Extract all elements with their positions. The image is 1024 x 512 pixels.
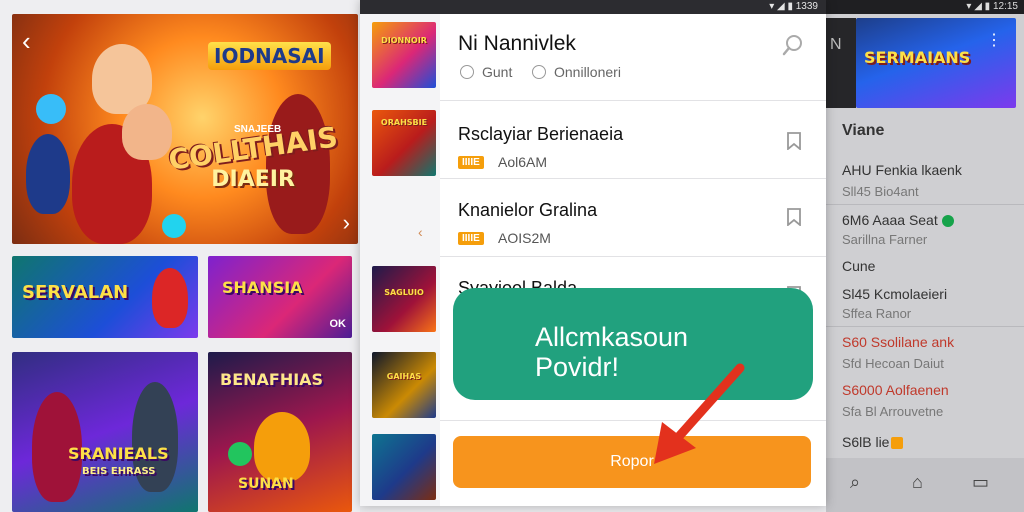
home-icon[interactable]: ⌂ xyxy=(912,472,923,493)
filter-option-1-label: Gunt xyxy=(482,64,513,80)
list-item[interactable]: Sffea Ranor xyxy=(842,306,911,321)
divider xyxy=(826,204,1024,205)
hero-character xyxy=(26,134,70,214)
divider xyxy=(440,420,826,421)
divider xyxy=(440,256,826,257)
status-dot-icon xyxy=(941,215,954,228)
list-item-meta: AOIS2M xyxy=(498,230,551,246)
more-options-icon[interactable]: ⋮ xyxy=(986,30,1002,50)
tile-character xyxy=(152,268,188,328)
game-tile[interactable]: BENAFHIAS SUNAN xyxy=(208,352,352,512)
right-pane: ▾ ◢ ▮ 12:15 N SERMAIANS ⋮ Viane AHU Fenk… xyxy=(826,0,1024,512)
tile-badge: OK xyxy=(329,318,347,330)
tile-label: SERVALAN xyxy=(22,282,129,303)
list-item-meta: Aol6AM xyxy=(498,154,548,170)
thumbnail-label: GAIHAS xyxy=(386,372,422,381)
list-item[interactable]: Sfd Hecoan Daiut xyxy=(842,356,944,371)
section-label: Cune xyxy=(842,258,876,274)
right-status-bar: ▾ ◢ ▮ 12:15 xyxy=(826,0,1024,14)
promo-popup[interactable]: Allcmkasoun Povidr! xyxy=(453,288,813,400)
tile-label: SRANIEALS xyxy=(68,444,169,463)
thumbnail-label: ORAHSBIE xyxy=(380,118,428,127)
bookmark-icon[interactable] xyxy=(786,208,802,226)
tile-sublabel: SUNAN xyxy=(238,476,294,492)
left-gallery: ‹ IODNASAI SNAJEEB COLLTHAIS DIAEIR › SE… xyxy=(0,0,360,512)
right-pane-strip: N xyxy=(826,18,856,108)
list-item[interactable]: Sll45 Bio4ant xyxy=(842,184,919,199)
search-icon[interactable]: ⌕ xyxy=(850,472,860,493)
list-item-title: Knanielor Gralina xyxy=(458,200,598,220)
thumbnail-column: DIONNOIR ORAHSBIE ‹ SAGLUIO GAIHAS xyxy=(360,14,440,506)
report-button[interactable]: Ropor xyxy=(453,436,811,488)
tile-sublabel: BEIS EHRASS xyxy=(82,466,156,477)
divider xyxy=(440,100,826,101)
list-item[interactable]: Knanielor Gralina IIIIE AOIS2M xyxy=(440,182,826,258)
list-item[interactable]: S60 Ssolilane ank xyxy=(842,334,954,350)
bookmark-icon[interactable] xyxy=(786,132,802,150)
tile-label: BENAFHIAS xyxy=(220,370,324,389)
game-tile[interactable]: SERVALAN xyxy=(12,256,198,338)
list-item[interactable]: Sl45 Kcmolaeieri xyxy=(842,286,947,302)
game-thumbnail[interactable]: GAIHAS xyxy=(372,352,436,418)
list-item[interactable]: 6M6 Aaaa Seat xyxy=(842,212,954,228)
game-tile[interactable]: SRANIEALS BEIS EHRASS xyxy=(12,352,198,512)
game-thumbnail[interactable] xyxy=(372,434,436,500)
nav-n-icon: N xyxy=(830,36,842,53)
game-thumbnail[interactable]: ORAHSBIE xyxy=(372,110,436,176)
list-item-label: 6M6 Aaaa Seat xyxy=(842,212,938,228)
game-thumbnail[interactable]: SAGLUIO xyxy=(372,266,436,332)
bottom-nav: ⌕ ⌂ ▭ xyxy=(826,458,1024,512)
back-arrow-icon[interactable]: ‹ xyxy=(22,28,31,54)
tile-label: SHANSIA xyxy=(222,278,303,297)
radio-icon xyxy=(532,65,546,79)
game-thumbnail[interactable]: DIONNOIR xyxy=(372,22,436,88)
list-item[interactable]: AHU Fenkia lkaenk xyxy=(842,162,962,178)
tile-orb xyxy=(228,442,252,466)
list-header: Ni Nannivlek Gunt Onnilloneri xyxy=(440,14,826,100)
thumbnail-label: SAGLUIO xyxy=(384,288,424,297)
filter-option-2-label: Onnilloneri xyxy=(554,64,621,80)
list-item[interactable]: S6000 Aolfaenen xyxy=(842,382,949,398)
right-status-time: 12:15 xyxy=(992,1,1018,12)
radio-icon xyxy=(460,65,474,79)
swipe-arrow-icon: ‹ xyxy=(418,224,423,240)
hero-orb xyxy=(36,94,66,124)
results-list: Ni Nannivlek Gunt Onnilloneri Rsclayiar … xyxy=(440,14,826,506)
next-arrow-icon[interactable]: › xyxy=(343,210,350,236)
divider xyxy=(440,178,826,179)
list-item-label: S6lB lie xyxy=(842,434,890,450)
list-item-tag: IIIIE xyxy=(458,156,484,169)
right-banner-title: SERMAIANS xyxy=(864,48,971,67)
status-time: 1339 xyxy=(795,1,818,12)
phone-screen: ▾ ◢ ▮ 1339 DIONNOIR ORAHSBIE ‹ SAGLUIO G… xyxy=(360,0,826,506)
list-item[interactable]: Sarillna Farner xyxy=(842,232,927,247)
promo-popup-line2: Povidr! xyxy=(535,352,620,382)
search-icon[interactable] xyxy=(782,34,804,56)
filter-option-2[interactable]: Onnilloneri xyxy=(532,64,621,80)
list-item-tag: IIIIE xyxy=(458,232,484,245)
list-item-title: Rsclayiar Berienaeia xyxy=(458,124,624,144)
app-icon xyxy=(891,437,904,450)
right-pane-heading: Viane xyxy=(842,122,885,139)
list-item[interactable]: S6lB lie xyxy=(842,434,904,450)
promo-popup-line1: Allcmkasoun xyxy=(535,322,689,352)
page-title: Ni Nannivlek xyxy=(458,32,576,55)
hero-logo: COLLTHAIS DIAEIR xyxy=(167,120,340,192)
divider xyxy=(826,326,1024,327)
list-item[interactable]: Rsclayiar Berienaeia IIIIE Aol6AM xyxy=(440,106,826,182)
hero-banner[interactable]: ‹ IODNASAI SNAJEEB COLLTHAIS DIAEIR › xyxy=(12,14,358,244)
status-bar: ▾ ◢ ▮ 1339 xyxy=(360,0,826,14)
hero-orb xyxy=(162,214,186,238)
filter-option-1[interactable]: Gunt xyxy=(460,64,512,80)
recent-apps-icon[interactable]: ▭ xyxy=(972,472,989,493)
list-item[interactable]: Sfa Bl Arrouvetne xyxy=(842,404,943,419)
game-tile[interactable]: SHANSIA OK xyxy=(208,256,352,338)
hero-character xyxy=(122,104,172,160)
promo-popup-text: Allcmkasoun Povidr! xyxy=(535,322,688,382)
tile-character xyxy=(254,412,310,482)
thumbnail-label: DIONNOIR xyxy=(381,36,427,45)
hero-title: IODNASAI xyxy=(208,42,331,70)
